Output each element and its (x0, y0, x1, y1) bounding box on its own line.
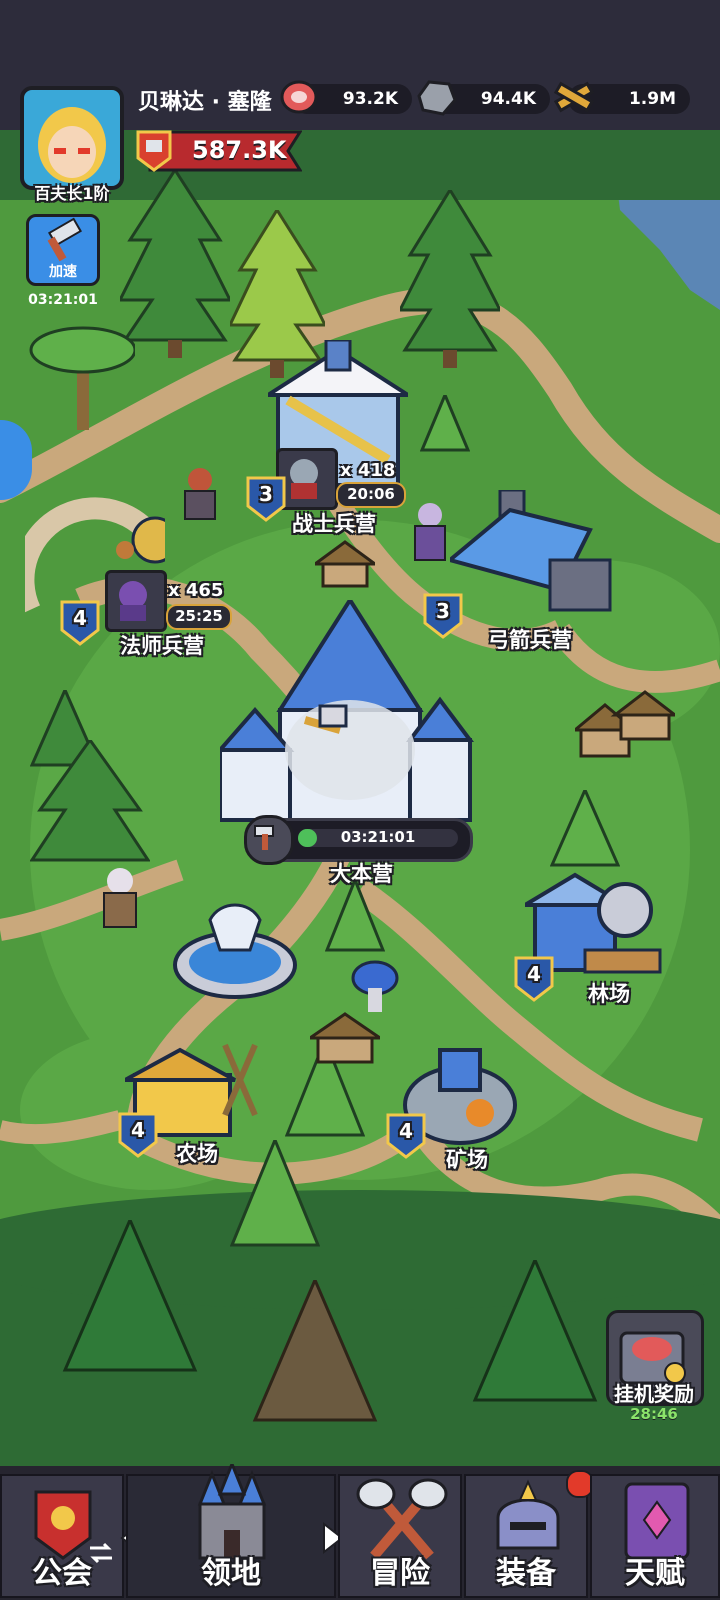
meat-value: 93.2K (342, 89, 398, 109)
nav-guild-label: 公会 (32, 1556, 92, 1591)
power-value: 587.3K (192, 136, 287, 164)
mushroom-icon (350, 960, 400, 1016)
power-banner[interactable]: 587.3K (132, 128, 302, 174)
small-hut (305, 1010, 385, 1066)
pine-tree-icon (252, 1280, 378, 1422)
hammer-icon (244, 815, 294, 865)
pine-tree-icon (30, 740, 150, 862)
speedup-timer: 03:21:01 (28, 292, 98, 308)
lumber-level-badge: 4 (514, 956, 554, 1002)
nav-equipment[interactable]: 装备 (464, 1470, 594, 1598)
headquarters-castle[interactable] (215, 596, 480, 840)
orc-warrior-unit[interactable] (175, 465, 225, 525)
axe-power-icon (132, 128, 176, 174)
mine-label: 矿场 (446, 1148, 488, 1172)
pine-tree-icon (420, 395, 470, 452)
pine-tree-icon (325, 880, 385, 952)
world-map[interactable]: x 418 20:06 3 战士兵营 x 465 25:25 4 法师兵营 3 … (0, 130, 720, 1475)
warrior-timer: 20:06 (336, 482, 406, 508)
player-rank: 百夫长1阶 (34, 184, 110, 203)
nav-guild[interactable]: 公会 (0, 1474, 124, 1598)
stone-icon (415, 76, 457, 118)
mage-level-badge: 4 (60, 600, 100, 646)
nav-adventure[interactable]: 冒险 (338, 1474, 462, 1598)
nav-talent[interactable]: 天赋 (590, 1474, 720, 1598)
lumber-mill-label: 林场 (588, 982, 630, 1006)
bottom-nav: 公会 领地 冒险 装备 天赋 (0, 1464, 720, 1600)
meat-icon (280, 78, 318, 116)
player-avatar[interactable] (20, 86, 124, 190)
nav-equipment-label: 装备 (496, 1556, 556, 1591)
player-name: 贝琳达 · 塞隆 (138, 90, 272, 115)
hq-upgrade-progress[interactable]: 03:21:01 (244, 815, 473, 865)
pine-tree-icon (472, 1260, 598, 1402)
hq-label: 大本营 (330, 862, 393, 886)
stone-value: 94.4K (480, 89, 536, 109)
warrior-level-badge: 3 (246, 476, 286, 522)
mage-unit-count: x 465 (168, 580, 224, 601)
hq-timer: 03:21:01 (340, 828, 416, 846)
nav-adventure-label: 冒险 (370, 1556, 430, 1591)
farm-label: 农场 (176, 1142, 218, 1166)
pine-tree-icon (62, 1220, 198, 1372)
nav-territory[interactable]: 领地 (126, 1464, 336, 1598)
status-area (0, 0, 720, 70)
elf-warrior-unit[interactable] (405, 500, 455, 566)
hammer-icon (47, 217, 82, 262)
wood-value: 1.9M (628, 89, 676, 109)
palm-tree-icon (29, 326, 135, 430)
nav-territory-label: 领地 (201, 1556, 261, 1591)
pine-tree-icon (400, 190, 500, 368)
mine-level-badge: 4 (386, 1113, 426, 1159)
farm-level-badge: 4 (118, 1112, 158, 1158)
mage-unit-avatar (105, 570, 167, 632)
archer-barracks-label: 弓箭兵营 (488, 628, 572, 652)
warrior-barracks-label: 战士兵营 (292, 512, 376, 536)
wood-icon (552, 76, 596, 118)
speedup-button[interactable]: 加速 (26, 214, 100, 286)
pine-tree-icon (120, 170, 230, 358)
fountain (170, 900, 300, 1000)
warrior-unit-count: x 418 (340, 460, 396, 481)
idle-reward-timer: 28:46 (630, 1405, 678, 1423)
mage-barracks-label: 法师兵营 (120, 634, 204, 658)
elf-archer-unit[interactable] (90, 865, 150, 935)
idle-reward-label: 挂机奖励 (614, 1382, 694, 1406)
village-huts (570, 690, 680, 770)
nav-talent-label: 天赋 (625, 1556, 685, 1591)
pine-tree-icon (230, 1140, 320, 1247)
speedup-label: 加速 (49, 264, 77, 280)
small-hut (310, 540, 380, 588)
pine-tree-icon (550, 790, 620, 867)
